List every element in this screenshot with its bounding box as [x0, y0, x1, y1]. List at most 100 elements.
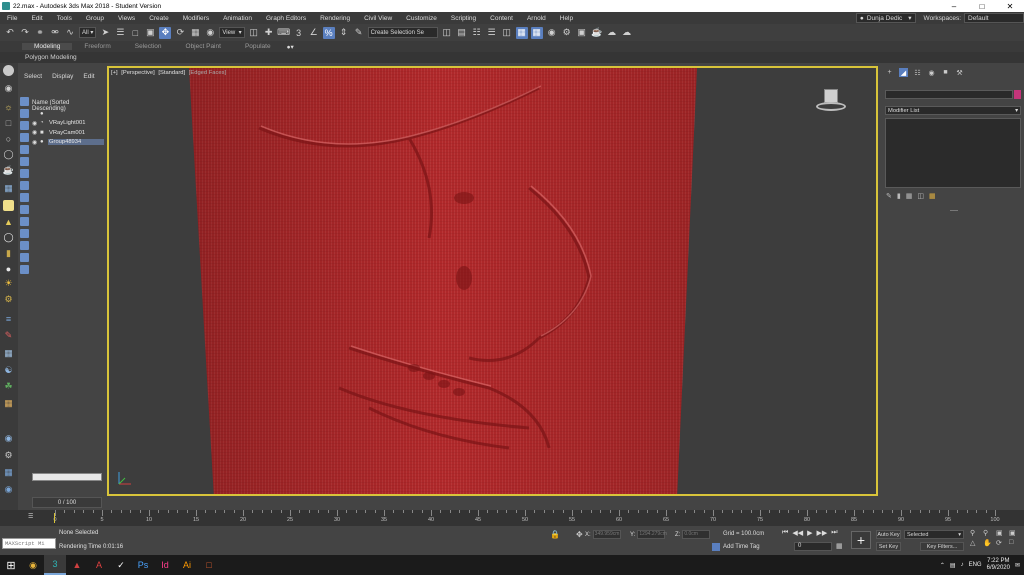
grid-icon[interactable]: ▦ — [3, 348, 14, 359]
select-by-name-icon[interactable]: ☰ — [114, 27, 126, 39]
percent-snap-icon[interactable]: % — [322, 26, 335, 39]
go-to-start-icon[interactable]: ⏮ — [782, 529, 788, 537]
wrench-icon[interactable]: ⚙ — [3, 450, 14, 461]
volume-icon[interactable]: ♪ — [961, 562, 964, 568]
schematic-view-icon[interactable]: ▦ — [530, 26, 543, 39]
chevron-up-icon[interactable]: ⌃ — [940, 562, 945, 569]
clock[interactable]: 7:22 PM 6/9/2020 — [987, 558, 1010, 572]
place-icon[interactable]: ◉ — [204, 27, 216, 39]
tab-modeling[interactable]: Modeling — [22, 43, 73, 50]
keyboard-shortcut-override-icon[interactable]: ⌨ — [277, 27, 290, 39]
select-manipulate-icon[interactable]: ✚ — [263, 27, 275, 39]
language-indicator[interactable]: ENG — [969, 562, 982, 568]
sun-icon[interactable]: ☀ — [3, 278, 14, 289]
add-time-tag[interactable]: Add Time Tag — [712, 543, 760, 551]
systems-icon[interactable]: ◯ — [3, 149, 14, 160]
filter-bones-icon[interactable] — [20, 193, 29, 202]
list-item[interactable]: ● ​ — [32, 109, 104, 119]
viewport-shading-menu[interactable]: [Standard] — [158, 70, 185, 76]
current-frame-field[interactable]: 0 — [794, 542, 832, 551]
remove-modifier-icon[interactable]: ◫ — [917, 192, 924, 200]
cube-icon[interactable]: ▦ — [3, 467, 14, 478]
unlink-icon[interactable]: ⚮ — [49, 27, 61, 39]
filter-helpers-icon[interactable] — [20, 145, 29, 154]
menu-civil-view[interactable]: Civil View — [357, 15, 399, 22]
menu-customize[interactable]: Customize — [399, 15, 444, 22]
set-keys-button[interactable]: + — [851, 531, 871, 549]
fx-icon[interactable]: ☯ — [3, 365, 14, 376]
z-coordinate-field[interactable]: 0.0cm — [682, 530, 711, 539]
field-of-view-icon[interactable]: △ — [970, 539, 981, 547]
select-and-rotate-icon[interactable]: ⟳ — [174, 27, 186, 39]
align-icon[interactable]: ▤ — [456, 27, 468, 39]
perspective-viewport[interactable]: [+] [Perspective] [Standard] [Edged Face… — [107, 66, 878, 496]
toggle-scene-explorer-icon[interactable]: ☷ — [471, 27, 483, 39]
y-coordinate-field[interactable]: 1294.279cm — [637, 530, 667, 539]
torus-icon[interactable]: ◯ — [3, 232, 14, 243]
zoom-icon[interactable]: ⚲ — [970, 529, 981, 537]
viewcube-box[interactable] — [824, 89, 838, 103]
go-to-end-icon[interactable]: ⏭ — [831, 529, 837, 537]
menu-edit[interactable]: Edit — [24, 15, 49, 22]
menu-scripting[interactable]: Scripting — [444, 15, 483, 22]
object-name-field[interactable] — [885, 90, 1013, 99]
close-button[interactable]: ✕ — [996, 0, 1024, 12]
viewcube[interactable] — [816, 86, 846, 116]
filter-hidden-icon[interactable] — [20, 229, 29, 238]
spinner-snap-icon[interactable]: ⇕ — [338, 27, 350, 39]
bind-space-warp-icon[interactable]: ∿ — [64, 27, 76, 39]
viewcube-compass-ring[interactable] — [816, 102, 846, 111]
viewport-display-style-menu[interactable]: [Edged Faces] — [189, 70, 226, 76]
menu-arnold[interactable]: Arnold — [520, 15, 553, 22]
network-icon[interactable]: ▤ — [950, 562, 956, 569]
filter-invert-icon[interactable] — [20, 265, 29, 274]
selection-filter-dropdown[interactable]: All ▾ — [79, 27, 97, 38]
filter-geometry-icon[interactable] — [20, 97, 29, 106]
chrome-icon[interactable]: ◉ — [22, 555, 44, 575]
pen-icon[interactable]: ✎ — [3, 330, 14, 341]
time-slider-frame-counter[interactable]: 0 / 100 — [32, 497, 102, 508]
absolute-mode-icon[interactable]: ✥ — [576, 530, 583, 539]
undo-icon[interactable]: ↶ — [4, 27, 16, 39]
filter-frozen-icon[interactable] — [20, 217, 29, 226]
toggle-ribbon-icon[interactable]: ◫ — [501, 27, 513, 39]
layer-explorer-icon[interactable]: ☰ — [486, 27, 498, 39]
windows-start-icon[interactable]: ⊞ — [0, 555, 22, 575]
rendered-frame-window-icon[interactable]: ▣ — [576, 27, 588, 39]
motion-tab-icon[interactable]: ◉ — [927, 68, 936, 77]
workspace-dropdown[interactable]: Default — [964, 13, 1024, 23]
vray-icon[interactable]: ✓ — [110, 555, 132, 575]
zoom-extents-icon[interactable]: ▣ — [996, 529, 1007, 537]
display-tab-icon[interactable]: ■ — [941, 68, 950, 77]
eye-icon[interactable]: ◉ — [32, 139, 40, 146]
eye-icon[interactable]: ◉ — [32, 120, 40, 127]
globe-icon[interactable]: ◉ — [3, 433, 14, 444]
maxscript-listener[interactable]: MAXScript Mi — [2, 538, 56, 549]
link-icon[interactable]: ⚭ — [34, 27, 46, 39]
menu-graph-editors[interactable]: Graph Editors — [259, 15, 313, 22]
menu-file[interactable]: File — [0, 15, 24, 22]
scene-explorer-edit-tab[interactable]: Edit — [83, 73, 94, 80]
zoom-all-icon[interactable]: ⚲ — [983, 529, 994, 537]
cylinder-icon[interactable]: ▮ — [3, 248, 14, 259]
pin-stack-icon[interactable]: ✎ — [886, 192, 892, 200]
scene-explorer-find-field[interactable] — [32, 473, 102, 481]
menu-modifiers[interactable]: Modifiers — [176, 15, 216, 22]
list-item[interactable]: ◉ ● Group48934 — [32, 138, 104, 148]
filter-cameras-icon[interactable] — [20, 133, 29, 142]
scene-explorer-display-tab[interactable]: Display — [52, 73, 73, 80]
modify-tab-icon[interactable]: ◢ — [899, 68, 908, 77]
select-and-move-icon[interactable]: ✥ — [159, 26, 172, 39]
pivot-center-icon[interactable]: ◫ — [248, 27, 260, 39]
menu-rendering[interactable]: Rendering — [313, 15, 357, 22]
curve-editor-icon[interactable]: ▦ — [515, 26, 528, 39]
scene-explorer-select-tab[interactable]: Select — [24, 73, 42, 80]
viewport-label-menu[interactable]: [+] [Perspective] [Standard] [Edged Face… — [111, 70, 228, 76]
filter-all-icon[interactable] — [20, 241, 29, 250]
teapot-icon[interactable]: ☕ — [3, 165, 14, 176]
illustrator-icon[interactable]: Ai — [176, 555, 198, 575]
reference-coordinate-dropdown[interactable]: View ▾ — [219, 27, 245, 38]
window-crossing-icon[interactable]: ▣ — [144, 27, 156, 39]
time-slider-handle[interactable] — [54, 513, 55, 523]
render-setup-icon[interactable]: ⚙ — [561, 27, 573, 39]
